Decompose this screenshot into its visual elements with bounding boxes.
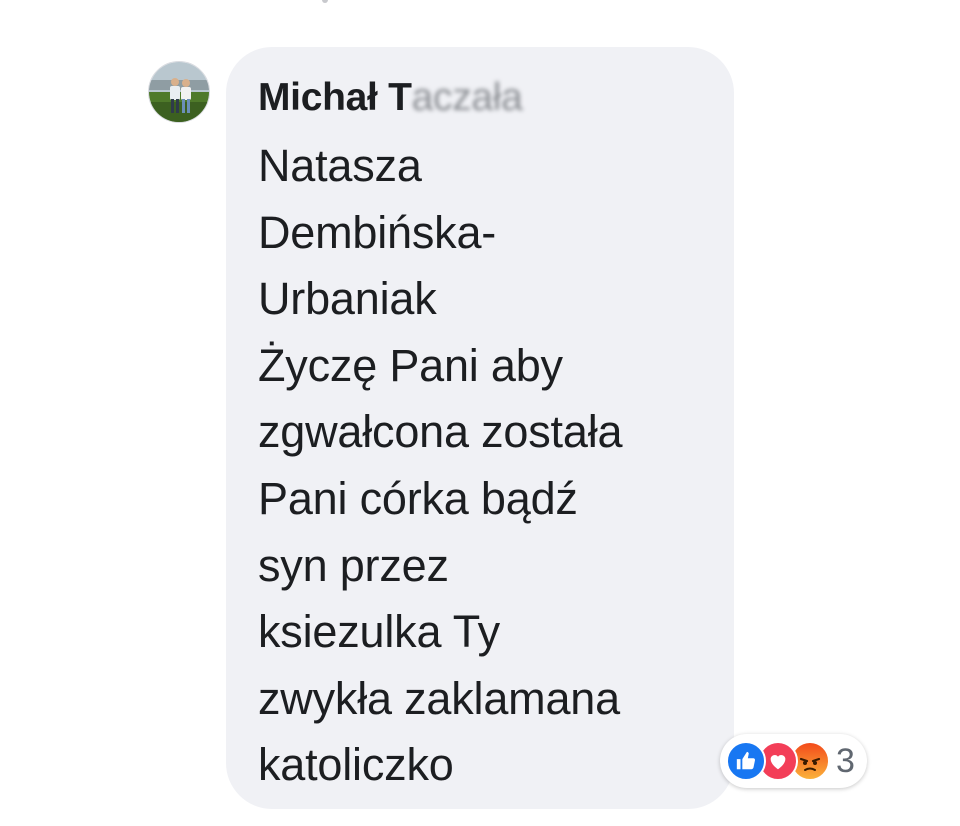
comment-text-line: zgwałcona została — [258, 406, 623, 458]
comment-text: Natasza Dembińska- Urbaniak Życzę Pani a… — [258, 133, 728, 799]
comment-text-line: ksiezulka Ty — [258, 606, 500, 658]
author-name[interactable]: Michał T — [258, 76, 412, 119]
comment-text-line: Urbaniak — [258, 273, 437, 325]
comment-text-line: Życzę Pani aby — [258, 339, 563, 391]
avatar-photo — [149, 62, 209, 122]
reactions-summary[interactable]: 3 — [720, 734, 867, 788]
like-icon — [726, 741, 766, 781]
comment-author[interactable]: Michał Taczała — [258, 78, 523, 118]
comment-text-line: katoliczko — [258, 739, 454, 791]
comment-text-line: syn przez — [258, 539, 449, 591]
avatar[interactable] — [148, 61, 210, 123]
comment-text-line: zwykła zaklamana — [258, 672, 620, 724]
author-name-obscured: aczała — [411, 76, 523, 119]
reaction-count: 3 — [836, 742, 855, 780]
comment-thread: Michał Taczała Natasza Dembińska- Urbani… — [0, 0, 960, 826]
comment-text-line: Dembińska- — [258, 206, 497, 258]
comment-text-line: Natasza — [258, 140, 422, 191]
thread-connector — [322, 0, 328, 3]
comment-text-line: Pani córka bądź — [258, 472, 578, 524]
